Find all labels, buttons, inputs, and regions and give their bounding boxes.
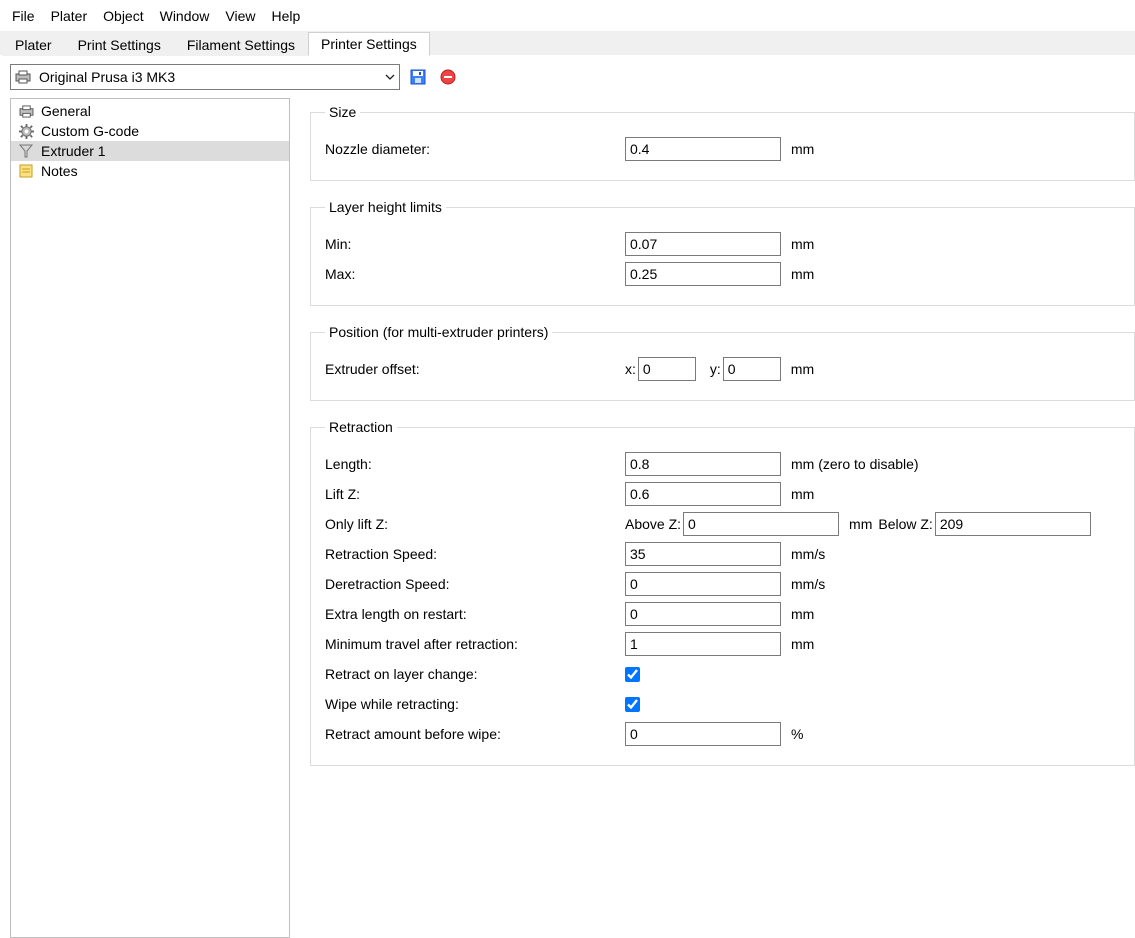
group-legend: Size	[325, 104, 360, 120]
retract-layer-change-label: Retract on layer change:	[325, 666, 625, 682]
above-z-label: Above Z:	[625, 516, 681, 532]
unit-label: mm/s	[791, 576, 825, 592]
settings-content: Size Nozzle diameter: mm Layer height li…	[290, 94, 1135, 938]
unit-label: mm	[791, 361, 814, 377]
liftz-label: Lift Z:	[325, 486, 625, 502]
y-label: y:	[710, 361, 721, 377]
menu-view[interactable]: View	[217, 6, 263, 26]
menu-file[interactable]: File	[4, 6, 43, 26]
offset-y-input[interactable]	[723, 357, 781, 381]
tab-filament-settings[interactable]: Filament Settings	[174, 33, 308, 56]
sidebar-item-gcode[interactable]: Custom G-code	[11, 121, 289, 141]
min-travel-input[interactable]	[625, 632, 781, 656]
group-legend: Retraction	[325, 419, 397, 435]
main-area: General Custom G-code Extruder 1 Notes S…	[0, 94, 1135, 938]
menu-bar: File Plater Object Window View Help	[0, 0, 1135, 31]
offset-x-input[interactable]	[638, 357, 696, 381]
unit-label: mm	[791, 141, 814, 157]
onlyliftz-label: Only lift Z:	[325, 516, 625, 532]
delete-button[interactable]	[436, 65, 460, 89]
nozzle-diameter-input[interactable]	[625, 137, 781, 161]
retraction-speed-input[interactable]	[625, 542, 781, 566]
profile-name: Original Prusa i3 MK3	[39, 69, 175, 85]
tab-plater[interactable]: Plater	[2, 33, 65, 56]
tab-print-settings[interactable]: Print Settings	[65, 33, 174, 56]
below-z-label: Below Z:	[878, 516, 932, 532]
above-z-input[interactable]	[683, 512, 839, 536]
tab-printer-settings[interactable]: Printer Settings	[308, 32, 430, 56]
settings-sidebar: General Custom G-code Extruder 1 Notes	[10, 98, 290, 938]
sidebar-item-label: Extruder 1	[41, 143, 106, 159]
sidebar-item-notes[interactable]: Notes	[11, 161, 289, 181]
sidebar-item-general[interactable]: General	[11, 101, 289, 121]
unit-label: mm/s	[791, 546, 825, 562]
group-legend: Position (for multi-extruder printers)	[325, 324, 552, 340]
retraction-speed-label: Retraction Speed:	[325, 546, 625, 562]
nozzle-diameter-label: Nozzle diameter:	[325, 141, 625, 157]
group-layer-height-limits: Layer height limits Min: mm Max: mm	[310, 199, 1135, 306]
x-label: x:	[625, 361, 636, 377]
sidebar-item-label: Custom G-code	[41, 123, 139, 139]
minus-circle-icon	[440, 69, 456, 85]
printer-icon	[17, 103, 35, 119]
group-position: Position (for multi-extruder printers) E…	[310, 324, 1135, 401]
retract-layer-change-checkbox[interactable]	[625, 667, 640, 682]
length-input[interactable]	[625, 452, 781, 476]
chevron-down-icon	[385, 74, 395, 80]
retract-amount-before-wipe-label: Retract amount before wipe:	[325, 726, 625, 742]
min-travel-label: Minimum travel after retraction:	[325, 636, 625, 652]
funnel-icon	[17, 143, 35, 159]
profile-select[interactable]: Original Prusa i3 MK3	[10, 64, 400, 90]
tab-strip: Plater Print Settings Filament Settings …	[0, 31, 1135, 56]
extra-length-input[interactable]	[625, 602, 781, 626]
liftz-input[interactable]	[625, 482, 781, 506]
unit-label: mm (zero to disable)	[791, 456, 919, 472]
extruder-offset-label: Extruder offset:	[325, 361, 625, 377]
group-size: Size Nozzle diameter: mm	[310, 104, 1135, 181]
profile-toolbar: Original Prusa i3 MK3	[0, 56, 1135, 94]
unit-label: mm	[791, 486, 814, 502]
printer-icon	[15, 70, 31, 84]
deretraction-speed-input[interactable]	[625, 572, 781, 596]
menu-help[interactable]: Help	[264, 6, 309, 26]
wipe-while-retracting-checkbox[interactable]	[625, 697, 640, 712]
note-icon	[17, 163, 35, 179]
min-input[interactable]	[625, 232, 781, 256]
floppy-disk-icon	[410, 69, 426, 85]
gear-icon	[17, 123, 35, 139]
length-label: Length:	[325, 456, 625, 472]
group-legend: Layer height limits	[325, 199, 446, 215]
max-input[interactable]	[625, 262, 781, 286]
extra-length-label: Extra length on restart:	[325, 606, 625, 622]
max-label: Max:	[325, 266, 625, 282]
save-button[interactable]	[406, 65, 430, 89]
menu-object[interactable]: Object	[95, 6, 151, 26]
below-z-input[interactable]	[935, 512, 1091, 536]
deretraction-speed-label: Deretraction Speed:	[325, 576, 625, 592]
min-label: Min:	[325, 236, 625, 252]
unit-label: mm	[791, 266, 814, 282]
unit-label: mm	[791, 236, 814, 252]
sidebar-item-label: General	[41, 103, 91, 119]
wipe-while-retracting-label: Wipe while retracting:	[325, 696, 625, 712]
sidebar-item-label: Notes	[41, 163, 78, 179]
menu-window[interactable]: Window	[152, 6, 218, 26]
unit-label: mm	[791, 636, 814, 652]
menu-plater[interactable]: Plater	[43, 6, 96, 26]
group-retraction: Retraction Length: mm (zero to disable) …	[310, 419, 1135, 766]
retract-amount-before-wipe-input[interactable]	[625, 722, 781, 746]
sidebar-item-extruder1[interactable]: Extruder 1	[11, 141, 289, 161]
unit-label: %	[791, 726, 803, 742]
unit-label: mm	[791, 606, 814, 622]
unit-label: mm	[849, 516, 872, 532]
